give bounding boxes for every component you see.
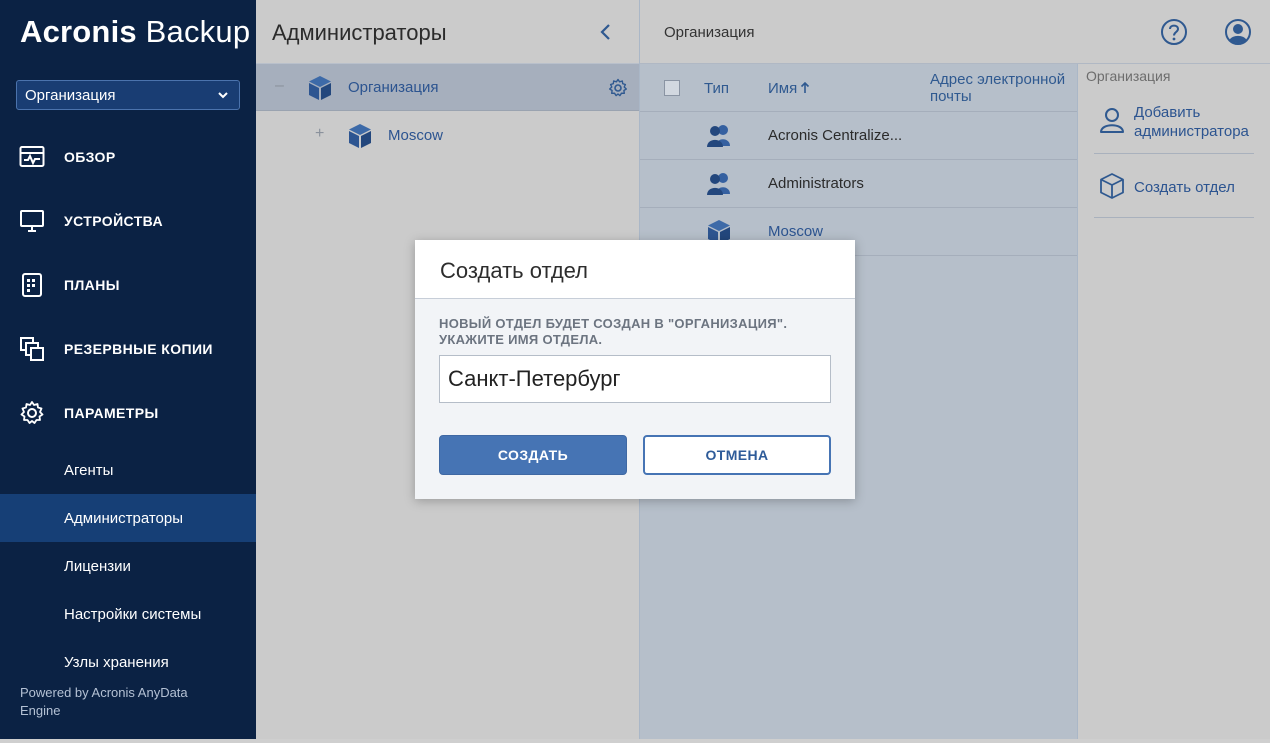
tree-toggle[interactable]: + <box>315 125 324 143</box>
create-department-label: Создать отдел <box>1134 179 1235 196</box>
header-bar: Организация <box>640 0 1270 64</box>
tree-node-moscow[interactable]: + Moscow <box>256 112 639 160</box>
powered-by: Powered by Acronis AnyData Engine <box>20 685 188 718</box>
dialog-title: Создать отдел <box>440 258 588 283</box>
tree-toggle[interactable]: – <box>275 77 284 95</box>
sidebar: Acronis Backup Организация ОБЗОР УСТРОЙС… <box>0 0 256 739</box>
sub-item-administrators[interactable]: Администраторы <box>0 494 256 542</box>
brand-product: Backup <box>145 14 251 49</box>
tree-node-label: Организация <box>348 79 439 96</box>
organization-select[interactable]: Организация <box>16 80 240 110</box>
gear-icon <box>20 401 44 424</box>
chevron-left-icon[interactable] <box>596 22 616 42</box>
sort-asc-icon <box>801 81 810 93</box>
create-button[interactable]: СОЗДАТЬ <box>439 435 627 475</box>
table-row[interactable]: Acronis Centralize... <box>640 112 1077 160</box>
column-type[interactable]: Тип <box>704 80 729 97</box>
chevron-down-icon <box>218 92 228 99</box>
nav-item-label: ОБЗОР <box>64 149 116 165</box>
user-group-icon <box>707 173 730 195</box>
row-name[interactable]: Moscow <box>768 223 823 240</box>
gear-icon[interactable] <box>608 78 628 98</box>
create-department-dialog: Создать отдел НОВЫЙ ОТДЕЛ БУДЕТ СОЗДАН В… <box>415 240 855 499</box>
actions-panel-title: Организация <box>1086 68 1171 84</box>
user-add-icon <box>1100 108 1124 133</box>
dashboard-icon <box>19 146 45 167</box>
row-name: Acronis Centralize... <box>768 127 903 144</box>
user-group-icon <box>707 125 730 147</box>
backups-icon <box>20 337 44 361</box>
add-administrator-label: Добавить администратора <box>1134 104 1249 140</box>
nav-item-plans[interactable]: ПЛАНЫ <box>0 265 256 305</box>
sub-item-agents[interactable]: Агенты <box>0 446 256 494</box>
monitor-icon <box>20 210 44 232</box>
tree-node-label: Moscow <box>388 127 444 144</box>
cube-icon <box>309 76 331 100</box>
table-row[interactable]: Administrators <box>640 160 1077 208</box>
dialog-header: Создать отдел <box>415 240 855 299</box>
dialog-message: НОВЫЙ ОТДЕЛ БУДЕТ СОЗДАН В "ОРГАНИЗАЦИЯ"… <box>439 316 788 347</box>
actions-panel: Организация Добавить администратора Созд… <box>1077 64 1270 739</box>
sub-item-licenses[interactable]: Лицензии <box>0 542 256 590</box>
column-email[interactable]: Адрес электронной почты <box>930 71 1075 105</box>
bottom-strip <box>0 739 1270 743</box>
cancel-button[interactable]: ОТМЕНА <box>643 435 831 475</box>
row-name: Administrators <box>768 175 864 192</box>
column-name-label: Имя <box>768 80 798 97</box>
brand-logo: Acronis Backup <box>20 14 250 50</box>
tree-node-organization[interactable]: – Организация <box>256 63 639 111</box>
nav-item-settings[interactable]: ПАРАМЕТРЫ <box>0 393 256 433</box>
create-department-button[interactable]: Создать отдел <box>1094 154 1254 218</box>
nav-item-label: ПАРАМЕТРЫ <box>64 405 159 421</box>
column-name[interactable]: Имя <box>768 80 810 97</box>
organization-select-value: Организация <box>25 86 116 104</box>
page-title: Администраторы <box>272 20 447 45</box>
cube-outline-icon <box>1100 173 1124 199</box>
brand-name: Acronis <box>20 14 137 49</box>
account-icon[interactable] <box>1224 18 1252 46</box>
help-icon[interactable] <box>1160 18 1188 46</box>
table-header: Тип Имя Адрес электронной почты <box>640 64 1077 112</box>
nav-item-label: ПЛАНЫ <box>64 277 120 293</box>
nav-item-label: РЕЗЕРВНЫЕ КОПИИ <box>64 341 213 357</box>
nav-item-label: УСТРОЙСТВА <box>64 213 163 229</box>
add-administrator-button[interactable]: Добавить администратора <box>1094 96 1254 154</box>
sub-item-system-settings[interactable]: Настройки системы <box>0 590 256 638</box>
select-all-checkbox[interactable] <box>664 80 680 96</box>
nav-item-overview[interactable]: ОБЗОР <box>0 137 256 177</box>
cube-icon <box>349 124 371 148</box>
breadcrumb: Организация <box>664 24 755 41</box>
plans-icon <box>22 273 42 297</box>
nav-item-devices[interactable]: УСТРОЙСТВА <box>0 201 256 241</box>
sub-item-storage-nodes[interactable]: Узлы хранения <box>0 638 256 686</box>
department-name-input[interactable] <box>439 355 831 403</box>
nav-item-backups[interactable]: РЕЗЕРВНЫЕ КОПИИ <box>0 329 256 369</box>
